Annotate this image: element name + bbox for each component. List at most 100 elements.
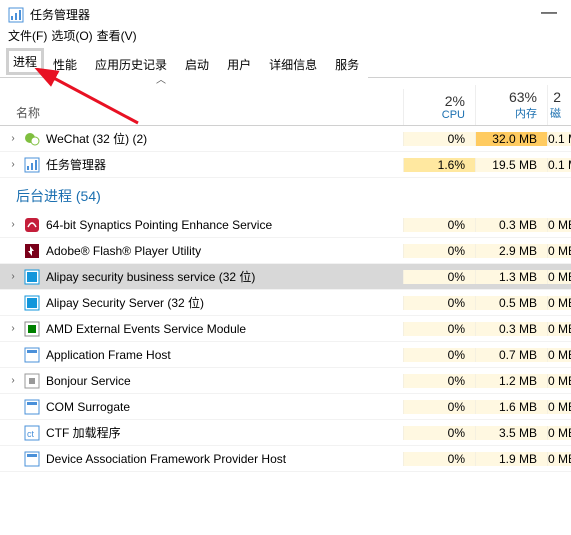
table-row[interactable]: › Bonjour Service0%1.2 MB0 MB (0, 368, 571, 394)
disk-cell: 0 MB (547, 374, 571, 388)
expander-icon[interactable]: › (6, 375, 20, 386)
tabs: 进程 性能 应用历史记录 启动 用户 详细信息 服务 (0, 50, 571, 78)
memory-cell: 1.6 MB (475, 400, 547, 414)
tab-app-history[interactable]: 应用历史记录 (86, 51, 176, 78)
tab-users[interactable]: 用户 (218, 51, 260, 78)
menu-options[interactable]: 选项(O) (51, 27, 92, 44)
cpu-cell: 0% (403, 296, 475, 310)
cpu-cell: 0% (403, 218, 475, 232)
tab-services[interactable]: 服务 (326, 51, 368, 78)
expander-icon[interactable]: › (6, 219, 20, 230)
cpu-cell: 0% (403, 132, 475, 146)
disk-cell: 0 MB (547, 296, 571, 310)
memory-cell: 1.3 MB (475, 270, 547, 284)
table-row[interactable]: ct CTF 加载程序0%3.5 MB0 MB (0, 420, 571, 446)
memory-cell: 0.7 MB (475, 348, 547, 362)
process-icon (24, 399, 40, 415)
process-icon (24, 157, 40, 173)
cpu-cell: 0% (403, 452, 475, 466)
disk-cell: 0 MB (547, 322, 571, 336)
process-icon (24, 217, 40, 233)
col-memory[interactable]: 63% 内存 (475, 85, 547, 125)
process-icon (24, 243, 40, 259)
process-icon (24, 321, 40, 337)
memory-cell: 2.9 MB (475, 244, 547, 258)
disk-cell: 0 MB (547, 452, 571, 466)
disk-cell: 0 MB (547, 400, 571, 414)
process-name: Device Association Framework Provider Ho… (46, 452, 403, 466)
memory-cell: 32.0 MB (475, 132, 547, 146)
disk-cell: 0 MB (547, 244, 571, 258)
cpu-cell: 0% (403, 270, 475, 284)
expander-icon[interactable]: › (6, 159, 20, 170)
memory-cell: 19.5 MB (475, 158, 547, 172)
memory-cell: 1.9 MB (475, 452, 547, 466)
table-row[interactable]: Application Frame Host0%0.7 MB0 MB (0, 342, 571, 368)
expander-icon[interactable]: › (6, 271, 20, 282)
process-name: COM Surrogate (46, 400, 403, 414)
process-name: Bonjour Service (46, 374, 403, 388)
table-row[interactable]: › 64-bit Synaptics Pointing Enhance Servi… (0, 212, 571, 238)
process-icon (24, 269, 40, 285)
table-row[interactable]: COM Surrogate0%1.6 MB0 MB (0, 394, 571, 420)
tab-performance[interactable]: 性能 (44, 51, 86, 78)
tab-processes[interactable]: 进程 (6, 48, 44, 75)
process-icon (24, 451, 40, 467)
process-name: Application Frame Host (46, 348, 403, 362)
cpu-cell: 0% (403, 322, 475, 336)
memory-cell: 3.5 MB (475, 426, 547, 440)
process-name: Alipay security business service (32 位) (46, 268, 403, 285)
cpu-cell: 0% (403, 426, 475, 440)
table-row[interactable]: Alipay Security Server (32 位)0%0.5 MB0 M… (0, 290, 571, 316)
table-row[interactable]: › WeChat (32 位) (2)0%32.0 MB0.1 MB (0, 126, 571, 152)
minimize-button[interactable]: — (529, 4, 569, 22)
menu-file[interactable]: 文件(F) (8, 27, 47, 44)
col-cpu[interactable]: 2% CPU (403, 89, 475, 125)
process-icon (24, 131, 40, 147)
tab-details[interactable]: 详细信息 (260, 51, 326, 78)
disk-cell: 0.1 MB (547, 158, 571, 172)
table-row[interactable]: Device Association Framework Provider Ho… (0, 446, 571, 472)
col-disk[interactable]: 2 磁 (547, 85, 571, 125)
memory-cell: 0.3 MB (475, 322, 547, 336)
process-name: AMD External Events Service Module (46, 322, 403, 336)
menubar: 文件(F) 选项(O) 查看(V) (0, 25, 571, 50)
cpu-cell: 0% (403, 244, 475, 258)
table-row[interactable]: › AMD External Events Service Module0%0.3… (0, 316, 571, 342)
disk-cell: 0 MB (547, 348, 571, 362)
disk-cell: 0 MB (547, 426, 571, 440)
column-headers: ︿ 名称 2% CPU 63% 内存 2 磁 (0, 78, 571, 126)
cpu-cell: 1.6% (403, 158, 475, 172)
memory-cell: 1.2 MB (475, 374, 547, 388)
memory-cell: 0.3 MB (475, 218, 547, 232)
disk-cell: 0 MB (547, 218, 571, 232)
table-row[interactable]: › 任务管理器1.6%19.5 MB0.1 MB (0, 152, 571, 178)
process-name: 64-bit Synaptics Pointing Enhance Servic… (46, 218, 403, 232)
cpu-cell: 0% (403, 348, 475, 362)
process-name: CTF 加载程序 (46, 424, 403, 441)
cpu-cell: 0% (403, 374, 475, 388)
svg-text:ct: ct (27, 429, 35, 439)
app-icon (8, 7, 24, 23)
memory-cell: 0.5 MB (475, 296, 547, 310)
group-header-background: 后台进程 (54) (0, 178, 571, 212)
process-list: ›WeChat (32 位) (2)0%32.0 MB0.1 MB›任务管理器1… (0, 126, 571, 472)
cpu-cell: 0% (403, 400, 475, 414)
process-name: WeChat (32 位) (2) (46, 130, 403, 147)
expander-icon[interactable]: › (6, 323, 20, 334)
menu-view[interactable]: 查看(V) (97, 27, 137, 44)
tab-startup[interactable]: 启动 (176, 51, 218, 78)
disk-cell: 0.1 MB (547, 132, 571, 146)
process-icon: ct (24, 425, 40, 441)
process-icon (24, 295, 40, 311)
process-icon (24, 347, 40, 363)
expander-icon[interactable]: › (6, 133, 20, 144)
titlebar: 任务管理器 (0, 0, 571, 25)
process-name: 任务管理器 (46, 156, 403, 173)
disk-cell: 0 MB (547, 270, 571, 284)
table-row[interactable]: › Alipay security business service (32 位)… (0, 264, 571, 290)
process-name: Alipay Security Server (32 位) (46, 294, 403, 311)
window-title: 任务管理器 (30, 6, 90, 23)
table-row[interactable]: Adobe® Flash® Player Utility0%2.9 MB0 MB (0, 238, 571, 264)
process-name: Adobe® Flash® Player Utility (46, 244, 403, 258)
